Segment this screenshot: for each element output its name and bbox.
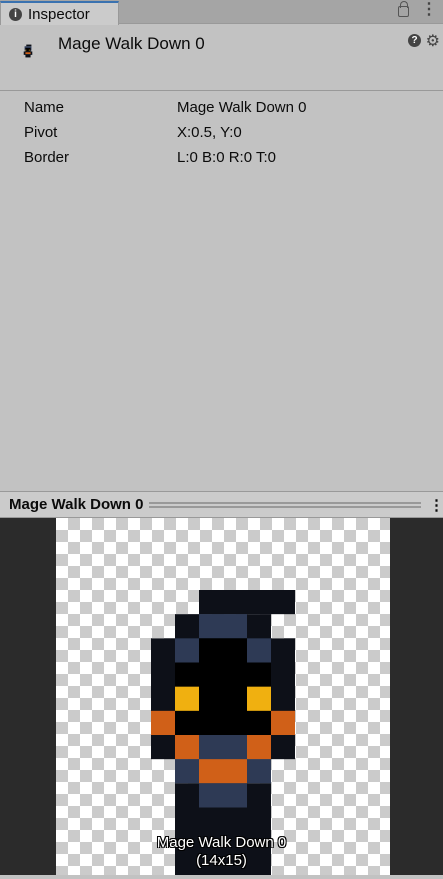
- window-controls: ⋮: [398, 1, 437, 18]
- tab-bar: i Inspector ⋮: [0, 0, 443, 25]
- preview-caption-name: Mage Walk Down 0: [156, 834, 287, 851]
- property-row-border: Border L:0 B:0 R:0 T:0: [0, 145, 443, 170]
- property-value: X:0.5, Y:0: [177, 124, 242, 141]
- lock-icon[interactable]: [398, 1, 409, 17]
- kebab-menu-icon[interactable]: ⋮: [421, 2, 437, 18]
- property-value: Mage Walk Down 0: [177, 99, 307, 116]
- tab-inspector-label: Inspector: [28, 5, 90, 23]
- info-icon: i: [9, 7, 22, 21]
- property-row-pivot: Pivot X:0.5, Y:0: [0, 120, 443, 145]
- property-label: Name: [24, 99, 65, 116]
- object-title: Mage Walk Down 0: [58, 34, 205, 53]
- preview-drag-handle[interactable]: [149, 501, 421, 508]
- gear-icon[interactable]: ⚙: [426, 31, 440, 51]
- property-value: L:0 B:0 R:0 T:0: [177, 149, 276, 166]
- preview-menu-icon[interactable]: ⋮: [429, 496, 443, 514]
- inspector-header: Mage Walk Down 0 ? ⚙: [0, 25, 443, 91]
- help-icon[interactable]: ?: [408, 34, 421, 47]
- preview-header[interactable]: Mage Walk Down 0 ⋮: [0, 491, 443, 518]
- property-row-name: Name Mage Walk Down 0: [0, 95, 443, 120]
- tab-inspector[interactable]: i Inspector: [0, 1, 119, 25]
- preview-caption-size: (14x15): [196, 852, 247, 869]
- property-list: Name Mage Walk Down 0 Pivot X:0.5, Y:0 B…: [0, 95, 443, 170]
- preview-title: Mage Walk Down 0: [9, 496, 144, 513]
- sprite-preview: Mage Walk Down 0 (14x15): [0, 518, 443, 879]
- property-label: Pivot: [24, 124, 58, 141]
- window-bottom-edge: [0, 875, 443, 879]
- sprite-thumbnail-icon: [23, 44, 33, 58]
- property-label: Border: [24, 149, 70, 166]
